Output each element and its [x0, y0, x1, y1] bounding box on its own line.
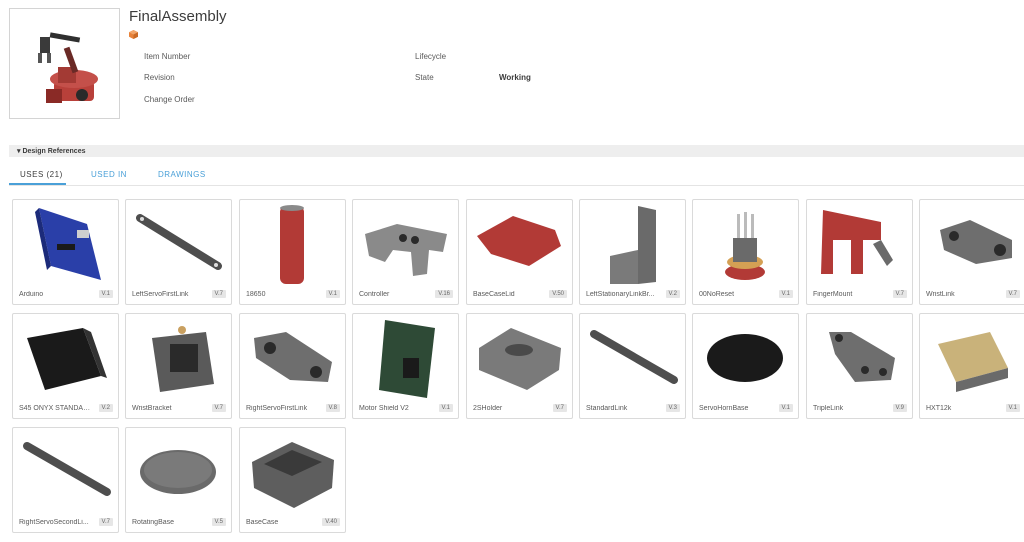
tab-uses[interactable]: USES (21): [20, 170, 63, 179]
part-card-18650[interactable]: 18650 V.1: [239, 199, 346, 305]
reference-tabs: USES (21) USED IN DRAWINGS: [9, 166, 1024, 186]
lifecycle-label: Lifecycle: [415, 52, 447, 61]
part-card-motor-shield-v2[interactable]: Motor Shield V2 V.1: [352, 313, 459, 419]
version-badge: V.1: [778, 404, 793, 412]
part-thumbnail: [829, 332, 895, 382]
part-card-hxt12k[interactable]: HXT12k V.1: [919, 313, 1024, 419]
part-name: LeftStationaryLinkBr...: [586, 291, 655, 298]
part-card-leftservofirstlink[interactable]: LeftServoFirstLink V.7: [125, 199, 232, 305]
part-card-leftstationarylinkbracket[interactable]: LeftStationaryLinkBr... V.2: [579, 199, 686, 305]
component-icon: [129, 30, 138, 39]
part-thumbnail: [590, 330, 678, 384]
item-number-label: Item Number: [144, 52, 191, 61]
version-badge: V.1: [438, 404, 453, 412]
part-name: StandardLink: [586, 405, 628, 412]
version-badge: V.40: [322, 518, 340, 526]
part-card-standardlink[interactable]: StandardLink V.3: [579, 313, 686, 419]
part-card-basecaselid[interactable]: BaseCaseLid V.50: [466, 199, 573, 305]
part-card-wristbracket[interactable]: WristBracket V.7: [125, 313, 232, 419]
part-card-arduino[interactable]: Arduino V.1: [12, 199, 119, 305]
part-card-basecase[interactable]: BaseCase V.40: [239, 427, 346, 533]
part-name: Controller: [359, 291, 390, 298]
part-name: RotatingBase: [132, 519, 175, 526]
part-name: FingerMount: [813, 291, 853, 298]
part-name: BaseCaseLid: [473, 291, 515, 298]
part-name: ServoHornBase: [699, 405, 749, 412]
part-thumbnail: [725, 212, 765, 280]
part-name: BaseCase: [246, 519, 279, 526]
part-name: S45 ONYX STANDAR...: [19, 405, 93, 412]
change-order-label: Change Order: [144, 95, 195, 104]
version-badge: V.7: [211, 404, 226, 412]
page-title: FinalAssembly: [129, 8, 227, 25]
version-badge: V.1: [778, 290, 793, 298]
part-name: 2SHolder: [473, 405, 503, 412]
version-badge: V.3: [665, 404, 680, 412]
version-badge: V.5: [211, 518, 226, 526]
version-badge: V.1: [98, 290, 113, 298]
part-card-rightservosecondlink[interactable]: RightServoSecondLi... V.7: [12, 427, 119, 533]
tab-used-in[interactable]: USED IN: [91, 170, 127, 179]
version-badge: V.7: [892, 290, 907, 298]
revision-label: Revision: [144, 73, 175, 82]
version-badge: V.7: [98, 518, 113, 526]
part-card-triplelink[interactable]: TripleLink V.9: [806, 313, 913, 419]
part-thumbnail: [365, 224, 447, 276]
part-name: TripleLink: [813, 405, 844, 412]
part-name: RightServoFirstLink: [246, 405, 308, 412]
state-label: State: [415, 73, 434, 82]
part-thumbnail: [152, 326, 214, 392]
version-badge: V.16: [435, 290, 453, 298]
version-badge: V.1: [325, 290, 340, 298]
part-thumbnail: [27, 328, 107, 390]
part-name: Motor Shield V2: [359, 405, 409, 412]
part-thumbnail: [940, 220, 1012, 264]
version-badge: V.9: [892, 404, 907, 412]
part-name: 18650: [246, 291, 266, 298]
version-badge: V.2: [665, 290, 680, 298]
version-badge: V.50: [549, 290, 567, 298]
part-thumbnail: [938, 332, 1008, 392]
part-name: Arduino: [19, 291, 44, 298]
part-thumbnail: [280, 205, 304, 284]
part-thumbnail: [479, 328, 561, 390]
part-thumbnail: [379, 320, 435, 398]
assembly-thumbnail: [9, 8, 120, 119]
part-card-wristlink[interactable]: WristLink V.7: [919, 199, 1024, 305]
part-card-fingermount[interactable]: FingerMount V.7: [806, 199, 913, 305]
part-name: 00NoReset: [699, 291, 735, 298]
part-thumbnail: [707, 334, 783, 382]
part-thumbnail: [140, 450, 216, 494]
version-badge: V.7: [1005, 290, 1020, 298]
part-card-rotatingbase[interactable]: RotatingBase V.5: [125, 427, 232, 533]
part-thumbnail: [23, 442, 111, 496]
part-thumbnail: [35, 208, 101, 280]
part-name: WristLink: [926, 291, 955, 298]
active-tab-indicator: [9, 183, 66, 185]
version-badge: V.1: [1005, 404, 1020, 412]
part-card-s45-onyx-standard[interactable]: S45 ONYX STANDAR... V.2: [12, 313, 119, 419]
part-card-servohornbase[interactable]: ServoHornBase V.1: [692, 313, 799, 419]
part-thumbnail: [821, 210, 893, 274]
part-thumbnail: [136, 214, 222, 270]
part-name: LeftServoFirstLink: [132, 291, 189, 298]
design-references-header[interactable]: ▾ Design References: [9, 145, 1024, 157]
part-card-2sholder[interactable]: 2SHolder V.7: [466, 313, 573, 419]
version-badge: V.7: [552, 404, 567, 412]
version-badge: V.8: [325, 404, 340, 412]
part-name: WristBracket: [132, 405, 172, 412]
version-badge: V.7: [211, 290, 226, 298]
part-thumbnail: [477, 216, 561, 266]
part-thumbnail: [252, 442, 334, 508]
part-card-00noreset[interactable]: 00NoReset V.1: [692, 199, 799, 305]
part-name: HXT12k: [926, 405, 952, 412]
version-badge: V.2: [98, 404, 113, 412]
part-card-controller[interactable]: Controller V.16: [352, 199, 459, 305]
part-name: RightServoSecondLi...: [19, 519, 89, 526]
part-thumbnail: [254, 332, 332, 382]
tab-drawings[interactable]: DRAWINGS: [158, 170, 206, 179]
part-thumbnail: [610, 206, 656, 284]
part-card-rightservofirstlink[interactable]: RightServoFirstLink V.8: [239, 313, 346, 419]
state-value: Working: [499, 73, 531, 82]
